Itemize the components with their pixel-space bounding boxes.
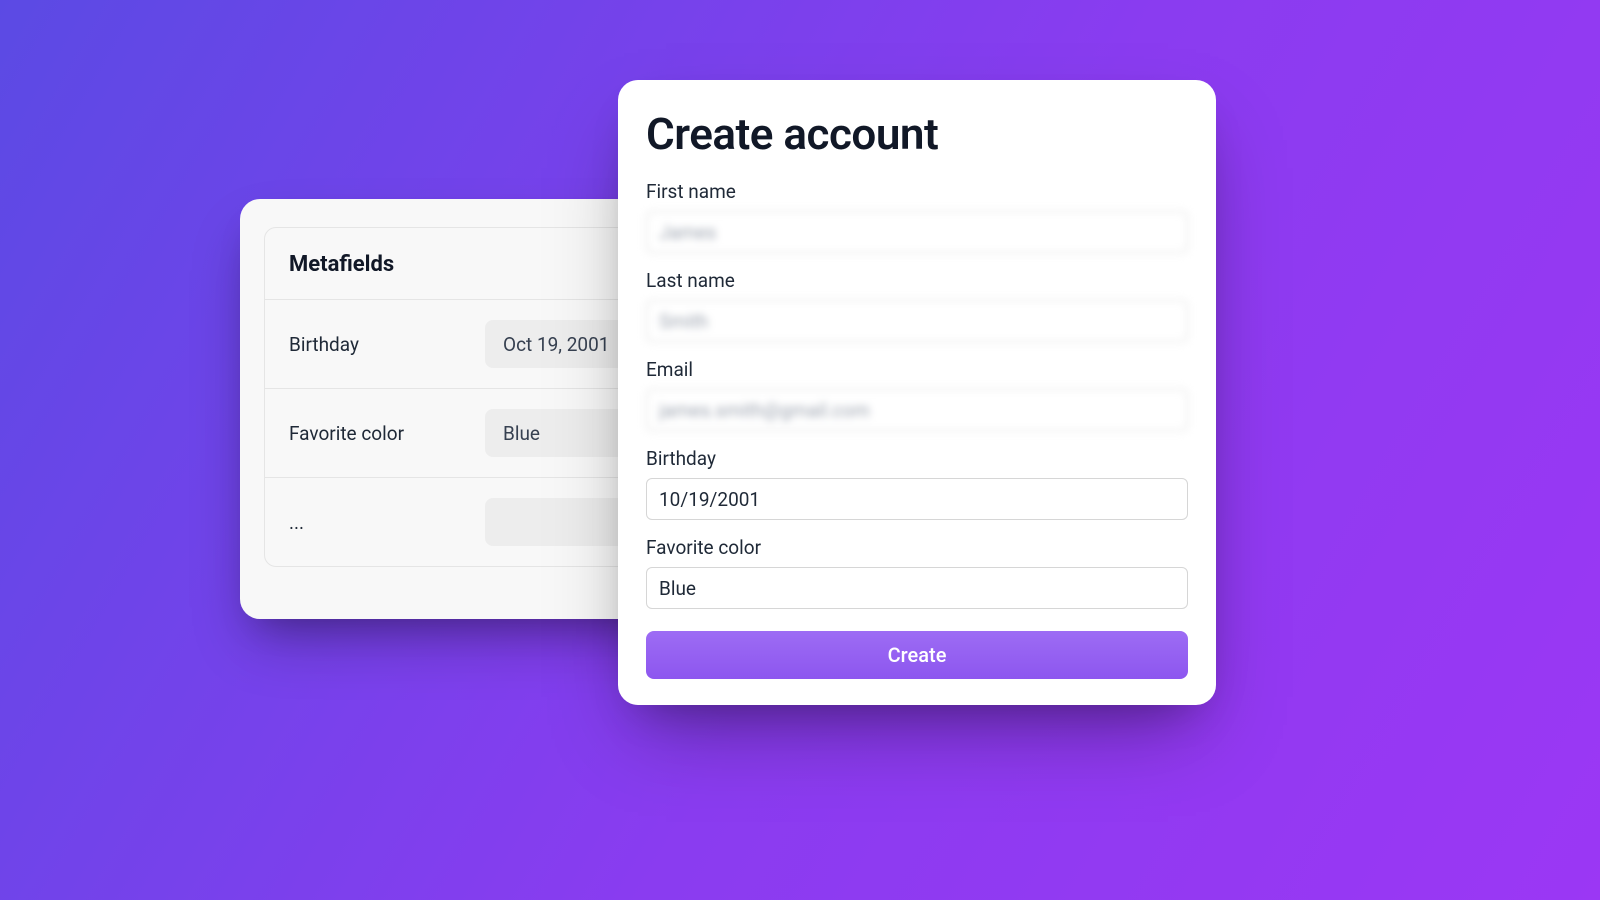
email-label: Email — [646, 358, 1188, 381]
first-name-label: First name — [646, 180, 1188, 203]
page-title: Create account — [646, 108, 1188, 160]
birthday-label: Birthday — [646, 447, 1188, 470]
favorite-color-label: Favorite color — [646, 536, 1188, 559]
form-group-last-name: Last name — [646, 269, 1188, 342]
favorite-color-input[interactable] — [646, 567, 1188, 609]
form-group-favorite-color: Favorite color — [646, 536, 1188, 609]
last-name-label: Last name — [646, 269, 1188, 292]
last-name-input[interactable] — [646, 300, 1188, 342]
metafield-label: Favorite color — [289, 422, 469, 445]
metafield-label: ... — [289, 511, 469, 534]
form-group-birthday: Birthday — [646, 447, 1188, 520]
birthday-input[interactable] — [646, 478, 1188, 520]
email-input[interactable] — [646, 389, 1188, 431]
first-name-input[interactable] — [646, 211, 1188, 253]
create-button[interactable]: Create — [646, 631, 1188, 679]
form-group-email: Email — [646, 358, 1188, 431]
form-group-first-name: First name — [646, 180, 1188, 253]
create-account-card: Create account First name Last name Emai… — [618, 80, 1216, 705]
metafield-label: Birthday — [289, 333, 469, 356]
